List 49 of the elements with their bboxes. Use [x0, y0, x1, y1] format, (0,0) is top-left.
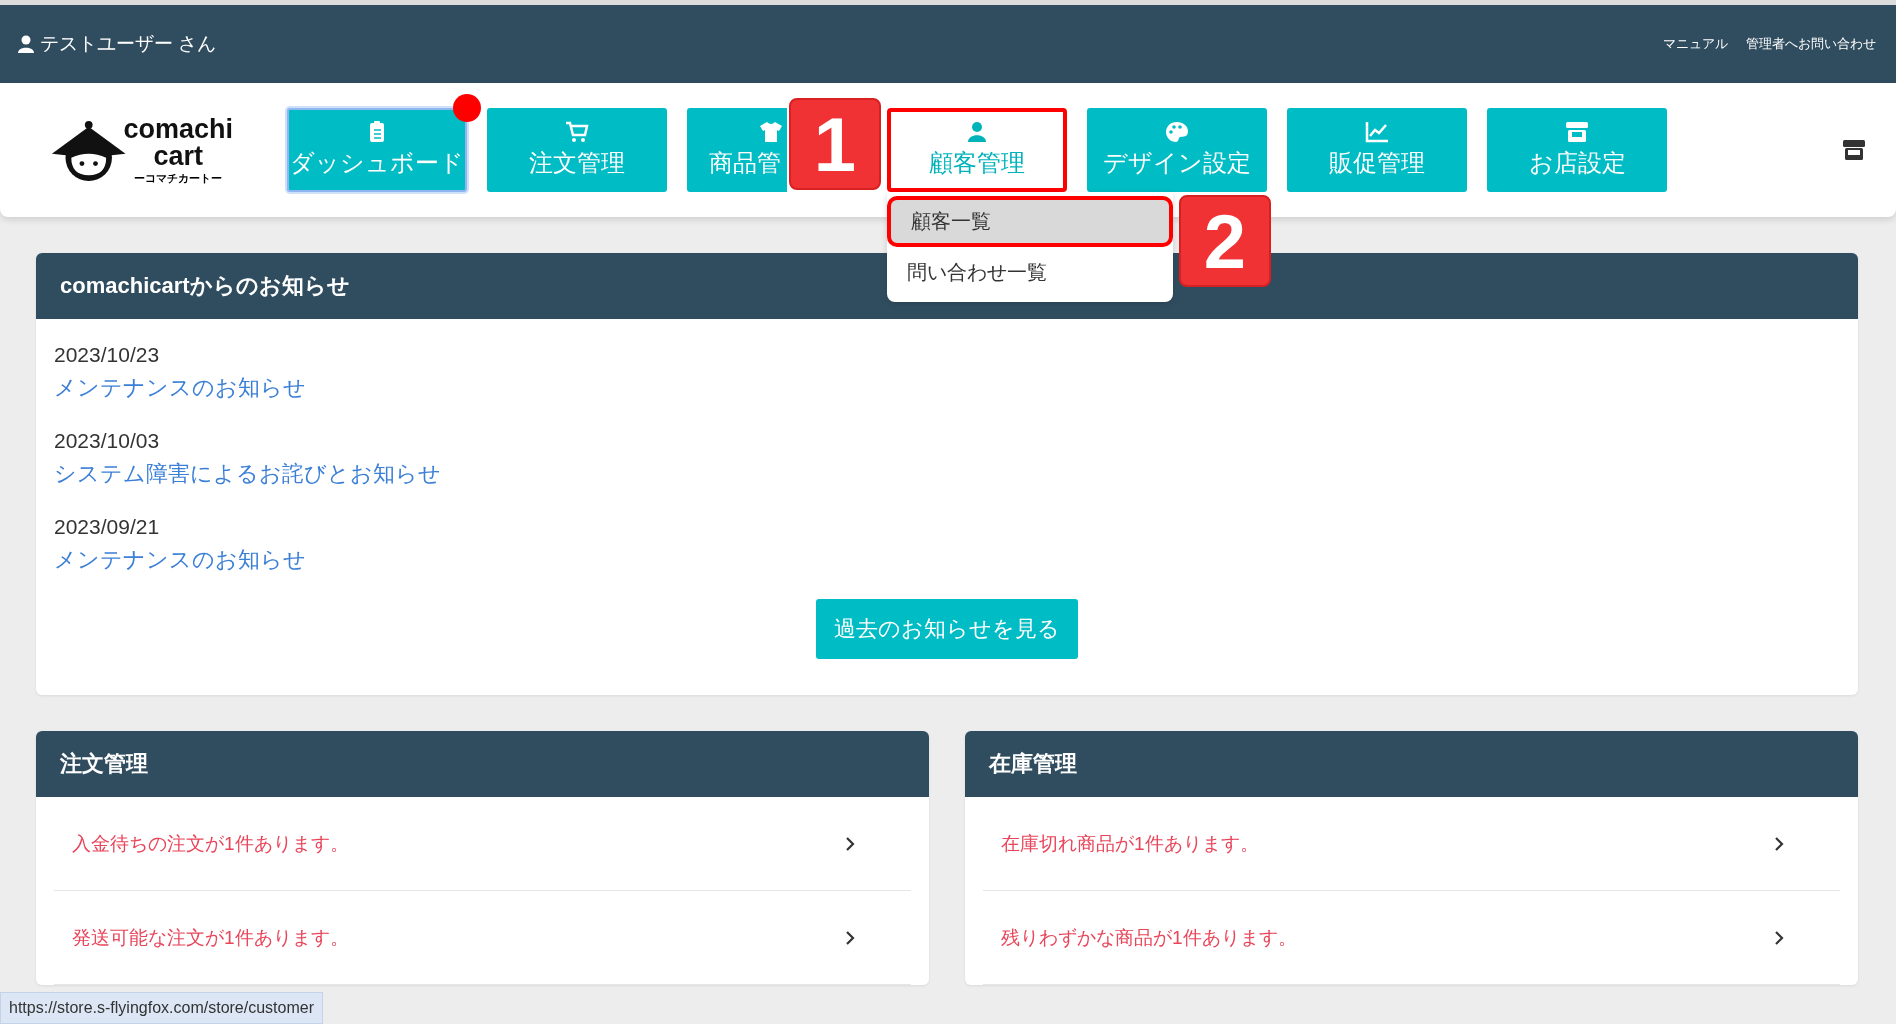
alert-row[interactable]: 発送可能な注文が1件あります。 — [54, 891, 911, 985]
notice-link[interactable]: メンテナンスのお知らせ — [54, 547, 306, 572]
nav-button[interactable]: 顧客管理 — [887, 108, 1067, 192]
alert-row[interactable]: 残りわずかな商品が1件あります。 — [983, 891, 1840, 985]
nav-button[interactable]: お店設定 — [1487, 108, 1667, 192]
alert-text: 入金待ちの注文が1件あります。 — [72, 831, 349, 856]
notice-link[interactable]: システム障害によるお詫びとお知らせ — [54, 461, 441, 486]
notice-date: 2023/10/23 — [54, 342, 161, 368]
card-title: 在庫管理 — [989, 750, 1077, 778]
user-icon — [18, 35, 34, 53]
nav-button[interactable]: ダッシュボード — [287, 108, 467, 192]
chevron-right-icon — [1774, 835, 1784, 852]
notice-date: 2023/09/21 — [54, 514, 161, 540]
alert-row[interactable]: 入金待ちの注文が1件あります。 — [54, 797, 911, 891]
person-icon — [965, 121, 989, 143]
chevron-right-icon — [845, 929, 855, 946]
dropdown-item[interactable]: 顧客一覧 — [887, 196, 1173, 247]
alert-text: 在庫切れ商品が1件あります。 — [1001, 831, 1259, 856]
logo-text: cart — [153, 143, 203, 170]
logo-reading: ーコマチカートー — [134, 173, 223, 184]
user-name: テストユーザー さん — [40, 32, 217, 56]
notice-date: 2023/10/03 — [54, 428, 161, 454]
top-link[interactable]: マニュアル — [1663, 35, 1728, 53]
logo[interactable]: comachi cart ーコマチカートー — [50, 116, 233, 184]
past-notices-button[interactable]: 過去のお知らせを見る — [816, 599, 1078, 659]
alert-text: 残りわずかな商品が1件あります。 — [1001, 925, 1297, 950]
cart-icon — [565, 121, 589, 143]
step-number-badge: 2 — [1179, 195, 1271, 287]
alert-row[interactable]: 在庫切れ商品が1件あります。 — [983, 797, 1840, 891]
store-icon[interactable] — [1842, 139, 1866, 161]
notice-link[interactable]: メンテナンスのお知らせ — [54, 375, 306, 400]
nav-button[interactable]: 商品管 — [687, 108, 787, 192]
store-icon — [1565, 121, 1589, 143]
chevron-right-icon — [1774, 929, 1784, 946]
chevron-right-icon — [845, 835, 855, 852]
palette-icon — [1165, 121, 1189, 143]
dropdown-item[interactable]: 問い合わせ一覧 — [887, 247, 1173, 298]
card-title: comachicartからのお知らせ — [60, 272, 350, 300]
chart-icon — [1365, 121, 1389, 143]
alert-text: 発送可能な注文が1件あります。 — [72, 925, 349, 950]
status-bar-url: https://store.s-flyingfox.com/store/customer — [0, 992, 323, 1024]
step-number-badge: 1 — [789, 98, 881, 190]
logo-text: comachi — [123, 116, 233, 143]
card-title: 注文管理 — [60, 750, 148, 778]
nav-button[interactable]: デザイン設定 — [1087, 108, 1267, 192]
nav-button[interactable]: 販促管理 — [1287, 108, 1467, 192]
nav-button[interactable]: 注文管理 — [487, 108, 667, 192]
top-link[interactable]: 管理者へお問い合わせ — [1746, 35, 1876, 53]
shirt-icon — [759, 121, 783, 143]
